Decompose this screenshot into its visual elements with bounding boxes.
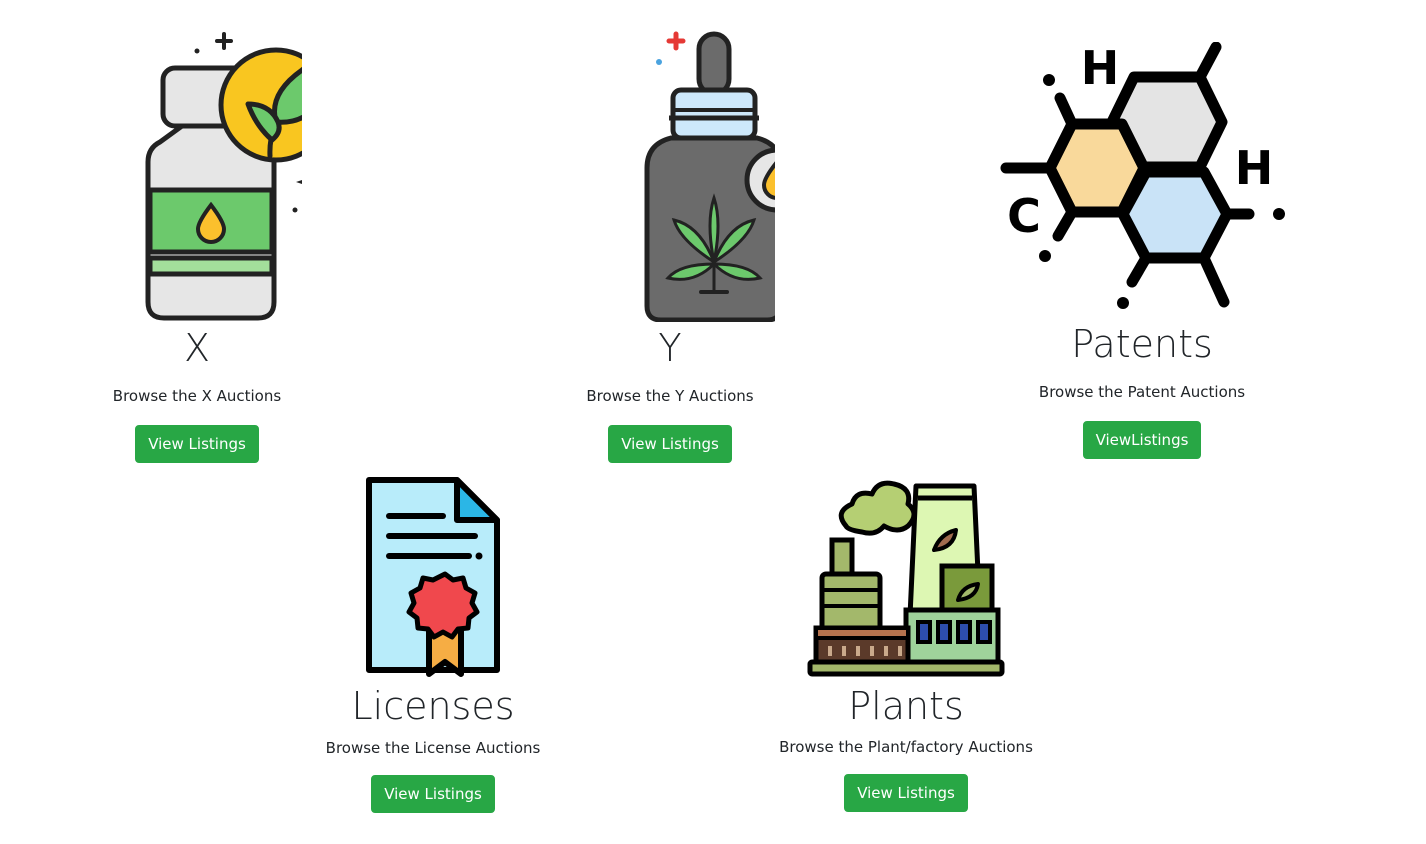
category-card-x: X Browse the X Auctions View Listings bbox=[47, 30, 347, 463]
carbon-label: C bbox=[1007, 189, 1041, 243]
card-description: Browse the Y Auctions bbox=[586, 387, 754, 405]
card-description: Browse the Patent Auctions bbox=[1038, 383, 1246, 401]
category-card-y: Y Browse the Y Auctions View Listings bbox=[520, 30, 820, 463]
view-listings-button-y[interactable]: View Listings bbox=[608, 425, 732, 463]
category-card-patents: H H C Patents Browse the Patent Auctions… bbox=[992, 42, 1292, 459]
cannabis-oil-dropper-bottle-icon bbox=[644, 31, 775, 322]
certificate-document-icon bbox=[366, 477, 500, 677]
card-title: X bbox=[183, 326, 211, 370]
category-card-licenses: Licenses Browse the License Auctions Vie… bbox=[283, 476, 583, 813]
view-listings-button-patents[interactable]: ViewListings bbox=[1082, 421, 1202, 459]
view-listings-button-licenses[interactable]: View Listings bbox=[371, 775, 495, 813]
card-description: Browse the Plant/factory Auctions bbox=[779, 738, 1033, 756]
factory-plant-icon bbox=[807, 480, 1005, 677]
hydrogen-label-right: H bbox=[1235, 141, 1274, 195]
auction-categories-page: X Browse the X Auctions View Listings Y … bbox=[0, 0, 1426, 844]
molecule-hexagon-icon: H H C bbox=[1000, 42, 1285, 309]
card-description: Browse the License Auctions bbox=[325, 739, 541, 757]
card-title: Y bbox=[658, 326, 682, 370]
view-listings-button-x[interactable]: View Listings bbox=[135, 425, 259, 463]
supplement-bottle-leaf-icon bbox=[145, 32, 302, 321]
card-title: Patents bbox=[1071, 322, 1213, 366]
card-description: Browse the X Auctions bbox=[112, 387, 282, 405]
card-title: Licenses bbox=[351, 684, 515, 728]
card-title: Plants bbox=[848, 684, 964, 728]
category-card-plants: Plants Browse the Plant/factory Auctions… bbox=[756, 478, 1056, 812]
hydrogen-label-top: H bbox=[1081, 42, 1120, 95]
view-listings-button-plants[interactable]: View Listings bbox=[844, 774, 968, 812]
